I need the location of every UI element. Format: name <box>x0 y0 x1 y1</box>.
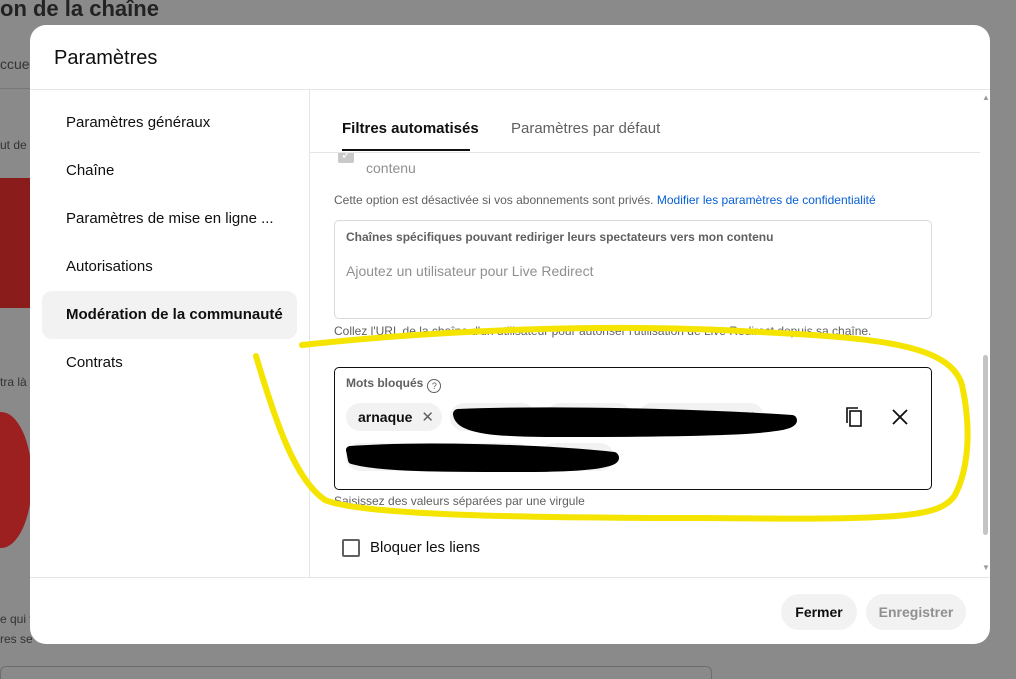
word-chip: arnaque ✕ <box>346 403 442 431</box>
settings-tabs: Filtres automatisés Paramètres par défau… <box>310 89 980 153</box>
save-button[interactable]: Enregistrer <box>866 594 966 630</box>
nav-item-label: Paramètres généraux <box>66 114 211 131</box>
background-avatar <box>0 412 32 548</box>
settings-nav: Paramètres généraux Chaîne Paramètres de… <box>30 89 310 577</box>
block-links-label[interactable]: Bloquer les liens <box>370 539 480 556</box>
nav-item-label: Contrats <box>66 354 123 371</box>
close-icon[interactable]: ✕ <box>743 408 756 426</box>
nav-item-label: Paramètres de mise en ligne ... <box>66 210 274 227</box>
live-redirect-input[interactable]: Ajoutez un utilisateur pour Live Redirec… <box>346 263 593 279</box>
word-chip: gratuitement ✕ <box>638 403 764 431</box>
clear-icon[interactable] <box>889 406 911 428</box>
background-text: res se <box>0 632 33 646</box>
blocked-words-field[interactable]: Mots bloqués? arnaque ✕ gratuit ✕ gratui… <box>334 367 932 490</box>
scrollbar-thumb[interactable] <box>983 355 988 535</box>
background-thumbnail <box>0 178 30 308</box>
background-text: tra là <box>0 375 27 389</box>
active-tab-indicator <box>342 149 470 151</box>
live-redirect-label: Chaînes spécifiques pouvant rediriger le… <box>346 230 774 244</box>
dialog-header: Paramètres <box>30 25 990 90</box>
word-chip: gratuit ✕ <box>546 403 632 431</box>
tab-automated-filters[interactable]: Filtres automatisés <box>342 120 479 137</box>
nav-item-upload-defaults[interactable]: Paramètres de mise en ligne ... <box>42 195 297 243</box>
nav-item-label: Modération de la communauté <box>66 306 283 323</box>
disabled-checkbox-label: contenu <box>366 160 416 176</box>
live-redirect-field[interactable]: Chaînes spécifiques pouvant rediriger le… <box>334 220 932 319</box>
nav-item-channel[interactable]: Chaîne <box>42 147 297 195</box>
blocked-words-label-row: Mots bloqués? <box>346 376 442 393</box>
background-divider <box>0 88 30 89</box>
scroll-down-icon[interactable]: ▼ <box>982 563 990 572</box>
close-button[interactable]: Fermer <box>781 594 857 630</box>
word-chip <box>450 403 536 431</box>
close-icon[interactable]: ✕ <box>611 408 624 426</box>
help-icon[interactable]: ? <box>427 379 442 393</box>
settings-dialog: Paramètres Paramètres généraux Chaîne Pa… <box>30 25 990 644</box>
nav-item-label: Autorisations <box>66 258 153 275</box>
close-icon[interactable]: ✕ <box>421 408 434 426</box>
tab-defaults[interactable]: Paramètres par défaut <box>511 120 660 137</box>
nav-item-community-moderation[interactable]: Modération de la communauté <box>42 291 297 339</box>
background-input-bar <box>0 666 712 679</box>
copy-icon[interactable] <box>845 406 865 428</box>
filters-content: ✓ contenu Cette option est désactivée si… <box>310 153 980 577</box>
scroll-up-icon[interactable]: ▲ <box>982 93 990 102</box>
dialog-footer: Fermer Enregistrer <box>30 577 990 644</box>
chip-label: gratuitement <box>650 409 735 425</box>
close-button-label: Fermer <box>795 604 843 620</box>
privacy-settings-link[interactable]: Modifier les paramètres de confidentiali… <box>657 193 876 207</box>
disabled-checkbox: ✓ <box>338 153 354 163</box>
disabled-helper: Cette option est désactivée si vos abonn… <box>334 193 654 207</box>
nav-item-agreements[interactable]: Contrats <box>42 339 297 387</box>
nav-item-general[interactable]: Paramètres généraux <box>42 99 297 147</box>
word-chip <box>540 443 614 471</box>
live-redirect-helper: Collez l'URL de la chaîne d'un utilisate… <box>334 324 872 338</box>
nav-item-permissions[interactable]: Autorisations <box>42 243 297 291</box>
chip-label: arnaque <box>358 409 413 425</box>
disabled-helper-text: Cette option est désactivée si vos abonn… <box>334 193 876 207</box>
background-page-title: on de la chaîne <box>0 0 159 21</box>
content-scrollbar[interactable]: ▲ ▼ <box>982 89 990 577</box>
dialog-title: Paramètres <box>54 47 158 69</box>
blocked-words-label: Mots bloqués <box>346 376 424 390</box>
chip-label: gratuit <box>558 409 602 425</box>
block-links-checkbox[interactable] <box>342 539 360 557</box>
blocked-words-helper: Saisissez des valeurs séparées par une v… <box>334 494 585 508</box>
save-button-label: Enregistrer <box>878 604 954 620</box>
word-chip <box>346 443 531 471</box>
nav-item-label: Chaîne <box>66 162 115 179</box>
background-text: ut de <box>0 138 27 152</box>
